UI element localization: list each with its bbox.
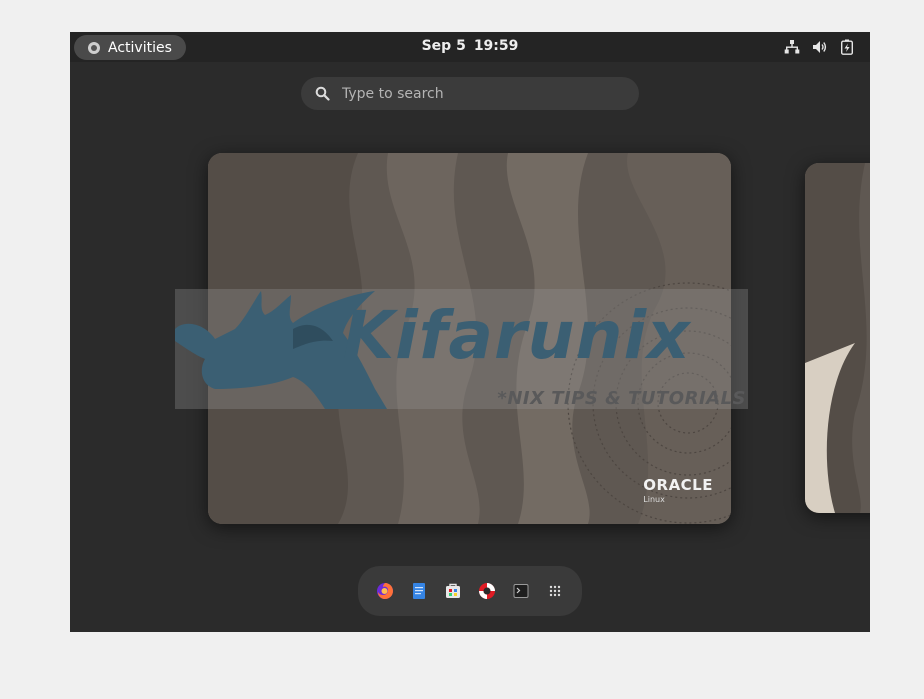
workspace-thumbnail-next[interactable] (805, 163, 870, 513)
battery-icon[interactable] (840, 39, 854, 55)
software-icon (446, 583, 460, 598)
clock-date: Sep 5 (421, 38, 466, 54)
watermark-subtitle: *NIX TIPS & TUTORIALS (497, 388, 746, 409)
watermark-overlay: Kifarunix *NIX TIPS & TUTORIALS (175, 289, 748, 409)
terminal-icon (513, 584, 529, 598)
dock-text-editor[interactable] (409, 581, 429, 601)
dash-dock (358, 566, 582, 616)
brand-sub: Linux (643, 495, 665, 504)
volume-icon[interactable] (812, 39, 828, 55)
search-input[interactable] (342, 85, 612, 102)
desktop-screen: Activities Sep 5 19:59 Type to search OR… (70, 32, 870, 632)
network-icon[interactable] (784, 39, 800, 55)
dock-software[interactable] (443, 581, 463, 601)
wallpaper-background-next (805, 163, 870, 513)
help-icon (479, 583, 495, 599)
dock-terminal[interactable] (511, 581, 531, 601)
system-tray[interactable] (784, 39, 854, 55)
clock-time: 19:59 (473, 38, 519, 54)
app-grid-icon (549, 585, 561, 597)
oracle-linux-logo: ORACLE Linux (643, 476, 713, 504)
dock-help[interactable] (477, 581, 497, 601)
brand-name: ORACLE (643, 476, 713, 494)
search-box[interactable] (301, 77, 639, 110)
text-editor-icon (413, 583, 425, 599)
firefox-icon (377, 583, 393, 599)
watermark-title: Kifarunix (343, 297, 691, 374)
clock[interactable]: Sep 5 19:59 (70, 38, 870, 54)
top-bar: Activities Sep 5 19:59 (70, 32, 870, 62)
search-icon (315, 86, 330, 101)
dock-show-apps[interactable] (545, 581, 565, 601)
dock-firefox[interactable] (375, 581, 395, 601)
